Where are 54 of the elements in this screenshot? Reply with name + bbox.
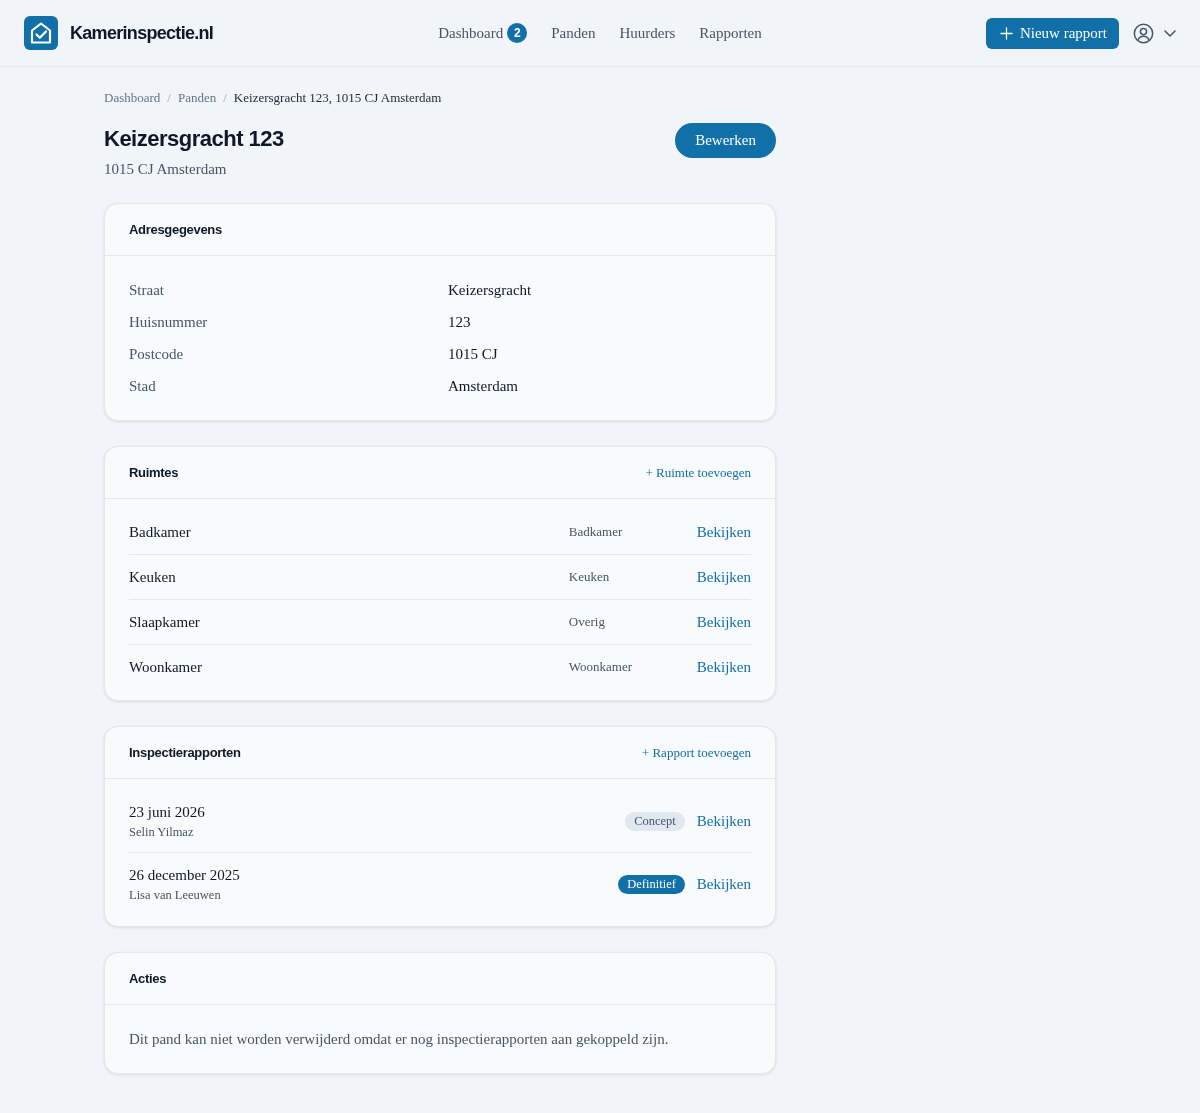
chevron-down-icon[interactable] (1164, 29, 1176, 37)
room-name: Woonkamer (129, 658, 203, 677)
room-type: Woonkamer (568, 658, 634, 676)
room-name: Keuken (129, 568, 177, 587)
count-badge: 2 (507, 23, 528, 43)
room-type: Badkamer (568, 523, 624, 541)
field-value: 1015 CJ (448, 345, 499, 364)
field-label: Straat (129, 281, 165, 300)
room-type: Overig (568, 613, 606, 631)
view-link[interactable]: Bekijken (696, 875, 751, 893)
nav-link[interactable]: Dashboard 2 (438, 23, 528, 43)
room-name: Slaapkamer (129, 613, 201, 632)
view-link[interactable]: Bekijken (696, 657, 751, 677)
house-check-icon[interactable] (24, 16, 58, 50)
add-link[interactable]: + Rapport toevoegen (641, 744, 751, 761)
inspector-name: Lisa van Leeuwen (129, 887, 222, 903)
field-value: 123 (448, 313, 472, 332)
brand-name[interactable]: Kamerinspectie.nl (70, 22, 214, 44)
field-label: Stad (129, 377, 157, 396)
page-subtitle: 1015 CJ Amsterdam (104, 160, 228, 179)
view-link[interactable]: Bekijken (696, 612, 751, 632)
breadcrumb-separator: / (167, 90, 171, 106)
room-name: Badkamer (129, 523, 192, 542)
card-title: Adresgegevens (129, 222, 222, 237)
breadcrumb-separator: / (223, 90, 227, 106)
breadcrumb-current: Keizersgracht 123, 1015 CJ Amsterdam (233, 90, 442, 106)
report-date: 26 december 2025 (129, 866, 241, 885)
field-label: Huisnummer (129, 313, 209, 332)
card-title: Ruimtes (129, 465, 179, 480)
field-label: Postcode (129, 345, 185, 364)
nav-link[interactable]: Huurders (619, 24, 676, 42)
card-title: Inspectierapporten (129, 745, 241, 760)
user-icon[interactable] (1133, 22, 1154, 44)
add-link[interactable]: + Ruimte toevoegen (645, 464, 751, 481)
view-link[interactable]: Bekijken (696, 812, 751, 830)
plus-icon (999, 26, 1013, 40)
report-date: 23 juni 2026 (129, 803, 206, 822)
card-title: Acties (129, 971, 167, 986)
room-type: Keuken (568, 568, 611, 586)
status-badge: Concept (625, 811, 685, 831)
info-message: Dit pand kan niet worden verwijderd omdat er nog inspectierapporten aan gekoppeld zijn. (128, 1030, 670, 1049)
breadcrumb-link[interactable]: Panden (177, 90, 217, 106)
page-title: Keizersgracht 123 (104, 125, 284, 153)
field-value: Keizersgracht (448, 281, 533, 300)
new-report-button[interactable]: Nieuw rapport (985, 17, 1119, 49)
nav-link[interactable]: Rapporten (699, 24, 762, 42)
nav-link[interactable]: Panden (551, 24, 596, 42)
field-value: Amsterdam (448, 377, 519, 396)
view-link[interactable]: Bekijken (696, 522, 751, 542)
inspector-name: Selin Yilmaz (129, 824, 195, 840)
edit-button[interactable]: Bewerken (675, 123, 776, 158)
breadcrumb-link[interactable]: Dashboard (104, 90, 161, 106)
status-badge: Definitief (618, 874, 685, 894)
view-link[interactable]: Bekijken (696, 567, 751, 587)
